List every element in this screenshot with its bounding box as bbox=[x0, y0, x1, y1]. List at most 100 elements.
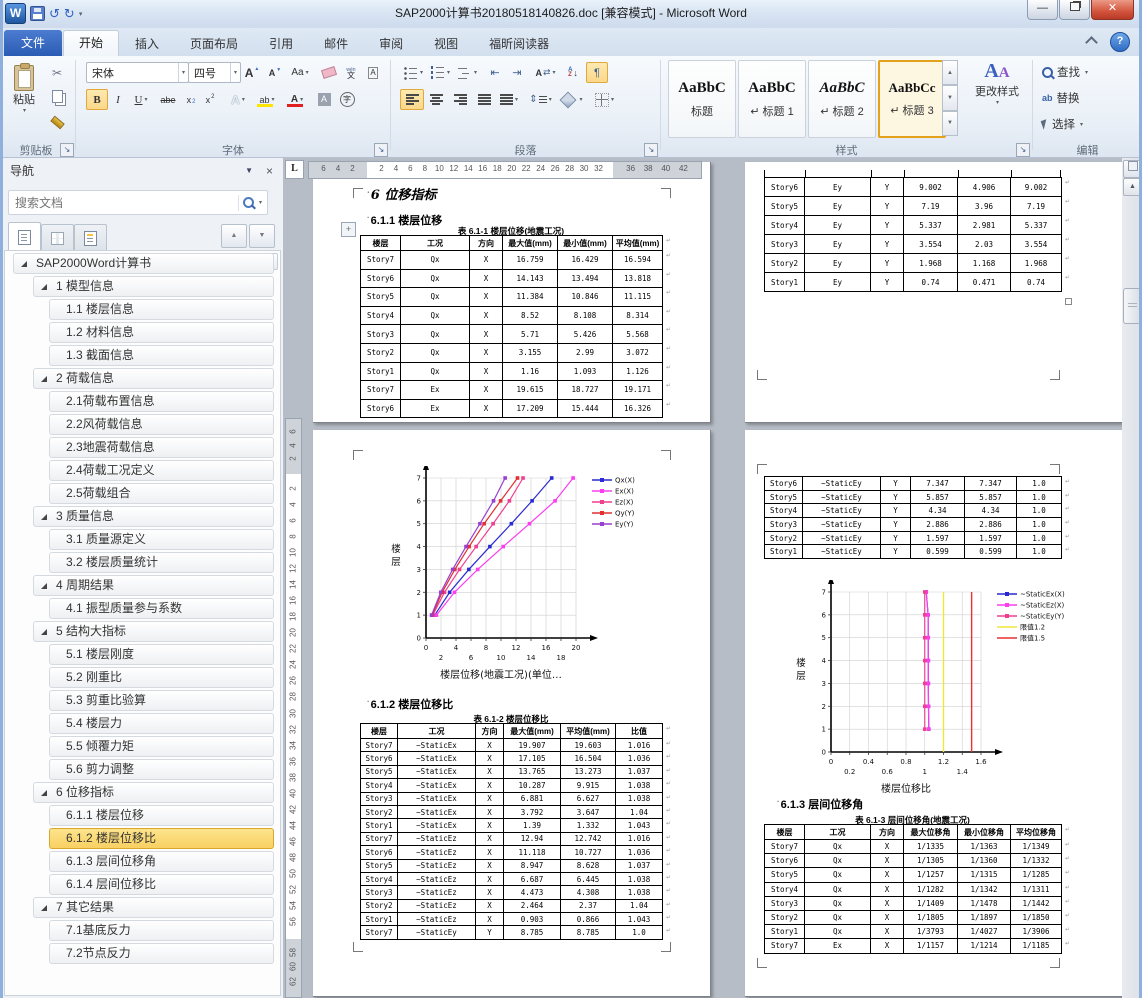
format-painter-button[interactable] bbox=[44, 112, 70, 133]
nav-item[interactable]: 5.5 倾覆力矩 bbox=[49, 736, 274, 757]
bullets-button[interactable]: ▾ bbox=[400, 62, 427, 83]
text-effects-button[interactable]: A▾ bbox=[224, 89, 252, 110]
shading-button[interactable]: ▾ bbox=[558, 89, 587, 110]
tab-browse-pages[interactable] bbox=[41, 224, 74, 251]
enclose-characters-button[interactable]: 字 bbox=[336, 89, 358, 110]
nav-item[interactable]: 1.3 截面信息 bbox=[49, 345, 274, 366]
borders-button[interactable]: ▾ bbox=[590, 89, 619, 110]
distribute-button[interactable]: ▾ bbox=[496, 89, 522, 110]
nav-item[interactable]: 7 其它结果 bbox=[33, 897, 274, 918]
italic-button[interactable]: I bbox=[108, 89, 128, 110]
expand-triangle-icon[interactable] bbox=[41, 583, 47, 589]
nav-item[interactable]: 5.1 楼层刚度 bbox=[49, 644, 274, 665]
ruler-toggle-button[interactable] bbox=[1123, 160, 1142, 178]
next-heading-button[interactable]: ▼ bbox=[249, 224, 275, 248]
ribbon-tab-邮件[interactable]: 邮件 bbox=[309, 32, 363, 56]
scrollbar-thumb[interactable] bbox=[1123, 288, 1142, 324]
nav-item[interactable]: 6.1.4 层间位移比 bbox=[49, 874, 274, 895]
nav-item[interactable]: 5.6 剪力调整 bbox=[49, 759, 274, 780]
tab-selector[interactable]: L bbox=[285, 160, 304, 179]
scroll-up-icon[interactable]: ▲ bbox=[1123, 178, 1142, 196]
asian-layout-button[interactable]: A⇄▾ bbox=[531, 62, 560, 83]
nav-item[interactable]: 3.2 楼层质量统计 bbox=[49, 552, 274, 573]
ribbon-tab-file[interactable]: 文件 bbox=[4, 30, 62, 56]
expand-triangle-icon[interactable] bbox=[41, 790, 47, 796]
ribbon-tab-插入[interactable]: 插入 bbox=[120, 32, 174, 56]
nav-item[interactable]: 1 模型信息 bbox=[33, 276, 274, 297]
numbering-button[interactable]: ▾ bbox=[427, 62, 454, 83]
nav-item[interactable]: 2.1荷载布置信息 bbox=[49, 391, 274, 412]
line-spacing-button[interactable]: ⇕▾ bbox=[526, 89, 555, 110]
character-border-button[interactable]: A bbox=[362, 62, 384, 83]
style-card[interactable]: AaBbC↵ 标题 2 bbox=[808, 60, 876, 138]
justify-button[interactable] bbox=[472, 89, 496, 110]
nav-item[interactable]: 3 质量信息 bbox=[33, 506, 274, 527]
nav-item[interactable]: 6 位移指标 bbox=[33, 782, 274, 803]
nav-item[interactable]: 6.1.3 层间位移角 bbox=[49, 851, 274, 872]
styles-gallery-expand-icon[interactable]: ▼ bbox=[942, 111, 958, 136]
nav-item[interactable]: 1.2 材料信息 bbox=[49, 322, 274, 343]
nav-item[interactable]: 5.4 楼层力 bbox=[49, 713, 274, 734]
superscript-button[interactable]: x2 bbox=[200, 89, 220, 110]
tab-browse-headings[interactable] bbox=[8, 222, 41, 251]
clear-formatting-button[interactable] bbox=[318, 62, 340, 83]
nav-item[interactable]: 6.1.1 楼层位移 bbox=[49, 805, 274, 826]
replace-button[interactable]: ab 替换 bbox=[1042, 88, 1080, 108]
font-dialog-launcher[interactable]: ↘ bbox=[374, 143, 388, 157]
nav-item[interactable]: 5.2 刚重比 bbox=[49, 667, 274, 688]
restore-button[interactable] bbox=[1059, 0, 1090, 20]
nav-item[interactable]: 6.1.2 楼层位移比 bbox=[49, 828, 274, 849]
nav-item[interactable]: 5 结构大指标 bbox=[33, 621, 274, 642]
styles-dialog-launcher[interactable]: ↘ bbox=[1016, 143, 1030, 157]
collapse-ribbon-icon[interactable] bbox=[1080, 34, 1102, 50]
nav-item[interactable]: 2.3地震荷载信息 bbox=[49, 437, 274, 458]
search-options-icon[interactable]: ▾ bbox=[259, 199, 262, 206]
ribbon-tab-页面布局[interactable]: 页面布局 bbox=[175, 32, 253, 56]
ribbon-tab-引用[interactable]: 引用 bbox=[254, 32, 308, 56]
search-input[interactable] bbox=[9, 195, 238, 211]
table-resize-handle[interactable] bbox=[1065, 298, 1072, 305]
ribbon-tab-审阅[interactable]: 审阅 bbox=[364, 32, 418, 56]
show-paragraph-marks-button[interactable]: ¶ bbox=[586, 62, 608, 83]
find-button[interactable]: 查找▾ bbox=[1042, 62, 1088, 82]
style-card[interactable]: AaBbC标题 bbox=[668, 60, 736, 138]
paragraph-dialog-launcher[interactable]: ↘ bbox=[644, 143, 658, 157]
nav-item[interactable]: 7.1基底反力 bbox=[49, 920, 274, 941]
nav-item[interactable]: 4 周期结果 bbox=[33, 575, 274, 596]
style-card[interactable]: AaBbC↵ 标题 1 bbox=[738, 60, 806, 138]
clipboard-dialog-launcher[interactable]: ↘ bbox=[60, 143, 74, 157]
increase-indent-button[interactable]: ⇥ bbox=[506, 62, 528, 83]
expand-triangle-icon[interactable] bbox=[41, 514, 47, 520]
change-case-button[interactable]: Aa▾ bbox=[286, 62, 314, 83]
underline-button[interactable]: U▾ bbox=[128, 89, 154, 110]
expand-triangle-icon[interactable] bbox=[21, 261, 27, 267]
expand-triangle-icon[interactable] bbox=[41, 284, 47, 290]
expand-triangle-icon[interactable] bbox=[41, 376, 47, 382]
align-center-button[interactable] bbox=[424, 89, 448, 110]
nav-item[interactable]: 2.4荷载工况定义 bbox=[49, 460, 274, 481]
nav-item[interactable]: 2.2风荷载信息 bbox=[49, 414, 274, 435]
sort-button[interactable]: AZ↓ bbox=[561, 62, 585, 83]
nav-item[interactable]: 4.1 振型质量参与系数 bbox=[49, 598, 274, 619]
multilevel-list-button[interactable]: ▾ bbox=[454, 62, 481, 83]
help-icon[interactable]: ? bbox=[1110, 32, 1130, 52]
character-shading-button[interactable]: A bbox=[313, 89, 335, 110]
expand-triangle-icon[interactable] bbox=[41, 629, 47, 635]
vertical-scrollbar[interactable]: ▲ bbox=[1122, 158, 1142, 998]
subscript-button[interactable]: x2 bbox=[181, 89, 201, 110]
expand-triangle-icon[interactable] bbox=[41, 905, 47, 911]
phonetic-guide-button[interactable]: wén文 bbox=[340, 62, 362, 83]
shrink-font-button[interactable]: A▼ bbox=[264, 62, 286, 83]
nav-close-icon[interactable]: × bbox=[266, 164, 273, 178]
table-move-handle[interactable]: + bbox=[341, 222, 356, 237]
select-button[interactable]: 选择▾ bbox=[1042, 114, 1083, 134]
vertical-ruler[interactable]: 6422468101214161820222426283032343638404… bbox=[285, 418, 302, 998]
ribbon-tab-开始[interactable]: 开始 bbox=[63, 30, 119, 56]
styles-scroll-down-icon[interactable]: ▼ bbox=[942, 85, 958, 110]
horizontal-ruler[interactable]: 642246810121416182022242628303236384042 bbox=[308, 161, 702, 179]
paste-button[interactable]: 粘贴 ▾ bbox=[5, 60, 43, 142]
search-icon[interactable] bbox=[243, 197, 254, 208]
ribbon-tab-视图[interactable]: 视图 bbox=[419, 32, 473, 56]
nav-item[interactable]: 1.1 楼层信息 bbox=[49, 299, 274, 320]
strikethrough-button[interactable]: abe bbox=[155, 89, 181, 110]
